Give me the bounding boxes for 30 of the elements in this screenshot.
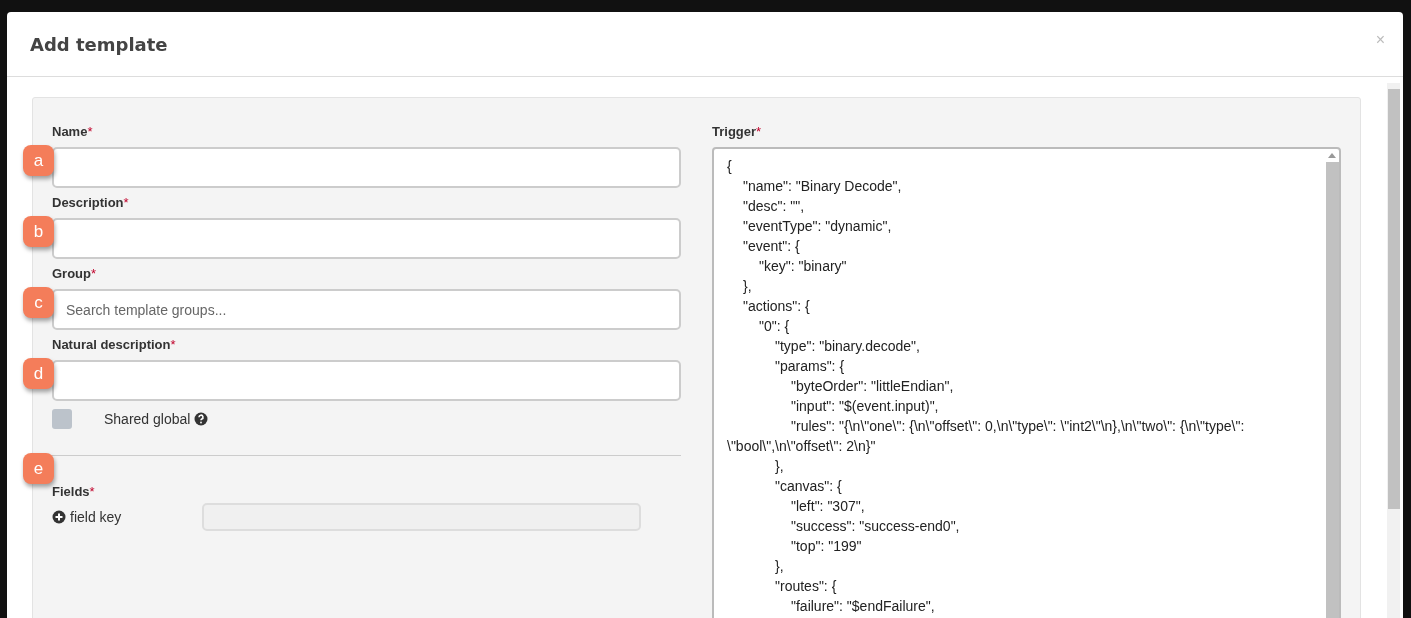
trigger-code-field[interactable]: { "name": "Binary Decode", "desc": "", "eventType": "dynamic", "event": { "key": "binary" }, "actions": { "0": { "type": "binary.decode", "params": { "byteOrder": "littleEndian", "input": "$(event.input)", "rules": "{\n\"one\": {\n\"offset\": 0,\n\"type\": \"int2\"\n},\n\"two\": {\n\"type\": \"bool\",\n\"offset\": 2\n}" }, "canvas": { "left": "307", "success": "success-end0", "top": "199" }, "routes": { "failure": "$endFailure", [712,147,1341,618]
annotation-marker: c [23,287,54,318]
text-field[interactable] [52,360,681,401]
text-field[interactable] [52,218,681,259]
plus-circle-icon [52,510,66,524]
scroll-up-arrow-icon[interactable] [1328,153,1336,158]
annotation-marker: d [23,358,54,389]
field-label: Description [52,195,124,210]
text-field[interactable]: Search template groups... [52,289,681,330]
field-label: Natural description [52,337,171,352]
field-label: Name [52,124,88,139]
section-label: Fields [52,484,90,499]
required-asterisk: * [87,124,93,139]
required-asterisk: * [170,337,176,352]
help-icon[interactable] [194,412,209,426]
checkbox[interactable] [52,409,72,429]
field-label: Trigger [712,124,757,139]
scrollbar[interactable] [1387,83,1400,618]
annotation-marker: e [23,453,54,484]
required-asterisk: * [756,124,762,139]
checkbox-label: Shared global [104,411,191,427]
field-label: Group [52,266,91,281]
required-asterisk: * [91,266,97,281]
text-field[interactable] [52,147,681,188]
required-asterisk: * [123,195,129,210]
annotation-marker: b [23,216,54,247]
add-field-button[interactable]: field key [52,509,202,525]
dialog-title: Add template [30,33,168,55]
required-asterisk: * [89,484,95,499]
annotation-marker: a [23,145,54,176]
